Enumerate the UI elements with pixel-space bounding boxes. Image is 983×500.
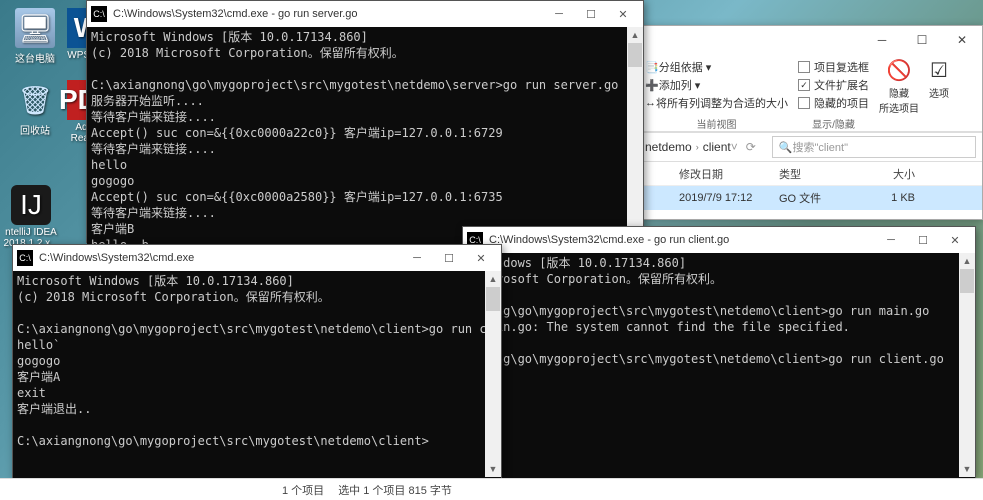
cmd-titlebar[interactable]: C:\ C:\Windows\System32\cmd.exe - go run…	[87, 1, 643, 27]
minimize-button[interactable]: ─	[401, 246, 433, 270]
cmd-window-client2[interactable]: C:\ C:\Windows\System32\cmd.exe - go run…	[462, 226, 976, 478]
cmd-window-client1[interactable]: C:\ C:\Windows\System32\cmd.exe ─ ☐ ✕ Mi…	[12, 244, 502, 478]
dropdown-icon[interactable]: ˅	[731, 140, 738, 154]
ribbon-chk1[interactable]: 项目复选框	[798, 58, 869, 76]
refresh-icon[interactable]: ⟳	[746, 140, 756, 154]
cmd-window-server[interactable]: C:\ C:\Windows\System32\cmd.exe - go run…	[86, 0, 644, 243]
desktop-icon-trash[interactable]: 🗑回收站	[10, 80, 60, 137]
ribbon-options[interactable]: ☑选项	[929, 58, 949, 127]
close-button[interactable]: ✕	[939, 228, 971, 252]
explorer-ribbon: 📑 分组依据 ▾ ➕ 添加列 ▾ ↔ 将所有列调整为合适的大小 当前视图 项目复…	[639, 54, 982, 132]
maximize-button[interactable]: ☐	[902, 27, 942, 53]
minimize-button[interactable]: ─	[543, 2, 575, 26]
chevron-right-icon: ›	[696, 142, 699, 152]
minimize-button[interactable]: ─	[862, 27, 902, 53]
cmd-title-text: C:\Windows\System32\cmd.exe	[39, 252, 194, 264]
scrollbar[interactable]: ▲▼	[627, 27, 643, 242]
scrollbar[interactable]: ▲▼	[959, 253, 975, 477]
ribbon-chk2[interactable]: ✓文件扩展名	[798, 76, 869, 94]
explorer-address[interactable]: netdemo › client ˅ ⟳ 🔍 搜索"client"	[639, 132, 982, 162]
maximize-button[interactable]: ☐	[433, 246, 465, 270]
cmd-titlebar[interactable]: C:\ C:\Windows\System32\cmd.exe ─ ☐ ✕	[13, 245, 501, 271]
minimize-button[interactable]: ─	[875, 228, 907, 252]
maximize-button[interactable]: ☐	[907, 228, 939, 252]
scrollbar[interactable]: ▲▼	[485, 271, 501, 477]
close-button[interactable]: ✕	[942, 27, 982, 53]
cmd-output[interactable]: Microsoft Windows [版本 10.0.17134.860] (c…	[13, 271, 501, 479]
explorer-columns[interactable]: 修改日期 类型 大小	[639, 162, 982, 186]
ribbon-hide[interactable]: 🚫隐藏 所选项目	[879, 58, 919, 127]
explorer-titlebar[interactable]: ─ ☐ ✕	[639, 26, 982, 54]
cmd-output[interactable]: Microsoft Windows [版本 10.0.17134.860] (c…	[87, 27, 643, 244]
search-input[interactable]: 🔍 搜索"client"	[772, 136, 976, 158]
cmd-titlebar[interactable]: C:\ C:\Windows\System32\cmd.exe - go run…	[463, 227, 975, 253]
close-button[interactable]: ✕	[465, 246, 497, 270]
explorer-window[interactable]: ─ ☐ ✕ 📑 分组依据 ▾ ➕ 添加列 ▾ ↔ 将所有列调整为合适的大小 当前…	[638, 25, 983, 220]
cmd-icon: C:\	[17, 250, 33, 266]
cmd-title-text: C:\Windows\System32\cmd.exe - go run cli…	[489, 234, 729, 246]
statusbar: 1 个项目 选中 1 个项目 815 字节	[0, 478, 983, 500]
ribbon-fit-cols[interactable]: ↔ 将所有列调整为合适的大小	[645, 94, 788, 112]
maximize-button[interactable]: ☐	[575, 2, 607, 26]
ribbon-chk3[interactable]: 隐藏的项目	[798, 94, 869, 112]
desktop-icon-pc[interactable]: 🖥这台电脑	[10, 8, 60, 65]
file-row[interactable]: 2019/7/9 17:12 GO 文件 1 KB	[639, 186, 982, 210]
close-button[interactable]: ✕	[607, 2, 639, 26]
ribbon-group-by[interactable]: 📑 分组依据 ▾	[645, 58, 788, 76]
cmd-title-text: C:\Windows\System32\cmd.exe - go run ser…	[113, 8, 358, 20]
desktop-icon-idea[interactable]: IJntelliJ IDEA 2018.1.2 x...	[2, 185, 60, 249]
cmd-output[interactable]: t Windows [版本 10.0.17134.860] Microsoft …	[463, 253, 975, 479]
ribbon-add-col[interactable]: ➕ 添加列 ▾	[645, 76, 788, 94]
cmd-icon: C:\	[91, 6, 107, 22]
